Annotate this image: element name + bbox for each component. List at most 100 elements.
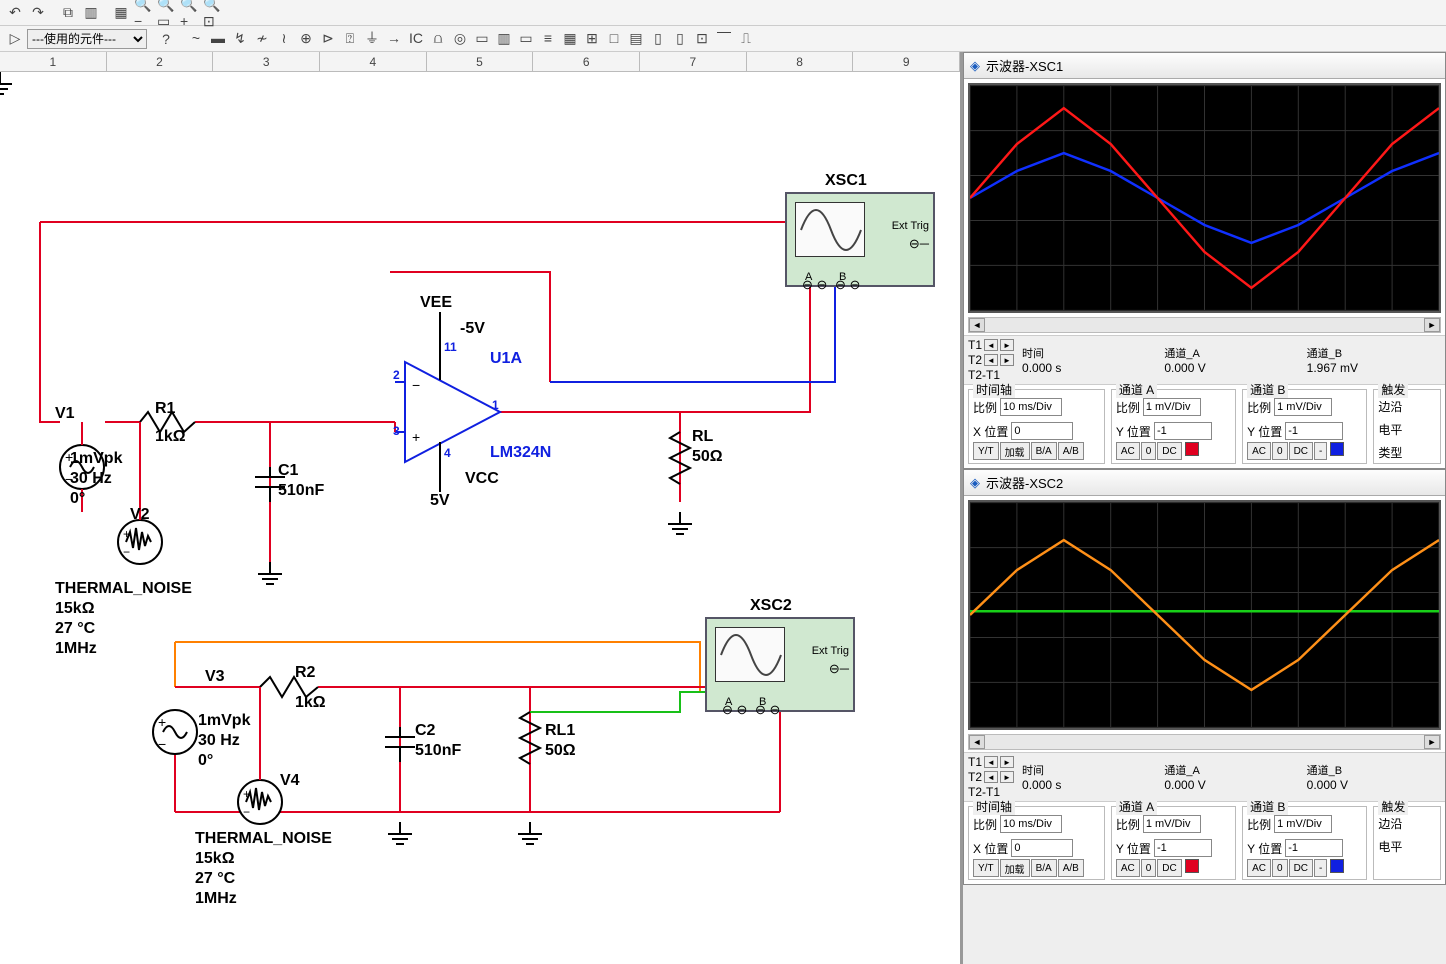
cha-ypos-input[interactable] — [1154, 422, 1212, 440]
port-a[interactable]: ⊖ ⊖ — [722, 702, 747, 718]
scope-scrollbar[interactable]: ◄► — [968, 317, 1441, 333]
timebase-scale-input[interactable] — [1000, 398, 1062, 416]
component-tool-3[interactable]: ≁ — [251, 28, 273, 50]
chb-color-icon[interactable] — [1330, 442, 1344, 456]
timebase-btn-2[interactable]: B/A — [1031, 442, 1057, 460]
t1-right[interactable]: ► — [1000, 756, 1014, 768]
instrument-xsc1[interactable]: Ext Trig ⊖─ A B ⊖ ⊖ ⊖ ⊖ — [785, 192, 935, 287]
component-tool-20[interactable]: ▤ — [625, 28, 647, 50]
component-tool-11[interactable]: ⩍ — [427, 28, 449, 50]
scope-scrollbar[interactable]: ◄► — [968, 734, 1441, 750]
ic-view-icon[interactable]: ⧉ — [57, 2, 79, 24]
component-tool-24[interactable]: ⎺ — [713, 28, 735, 50]
component-tool-13[interactable]: ▭ — [471, 28, 493, 50]
t2-right[interactable]: ► — [1000, 771, 1014, 783]
schematic-canvas[interactable]: +− +− — [0, 72, 960, 964]
t2-left[interactable]: ◄ — [984, 354, 998, 366]
cha-btn-1[interactable]: 0 — [1141, 442, 1157, 460]
component-tool-19[interactable]: □ — [603, 27, 625, 49]
cha-btn-0[interactable]: AC — [1116, 859, 1140, 877]
component-tool-25[interactable]: ⎍ — [735, 28, 757, 50]
used-components-dropdown[interactable]: ---使用的元件--- — [27, 29, 147, 49]
cha-color-icon[interactable] — [1185, 442, 1199, 456]
timebase-btn-0[interactable]: Y/T — [973, 442, 999, 460]
layout-icon[interactable]: ▥ — [80, 2, 102, 24]
timebase-btn-0[interactable]: Y/T — [973, 859, 999, 877]
zoom-fit-icon[interactable]: 🔍⊡ — [202, 2, 224, 24]
redo-icon[interactable]: ↷ — [27, 2, 49, 24]
component-tool-23[interactable]: ⊡ — [691, 28, 713, 50]
component-tool-2[interactable]: ↯ — [229, 28, 251, 50]
chb-btn-0[interactable]: AC — [1247, 859, 1271, 877]
chb-ypos-input[interactable] — [1285, 422, 1343, 440]
t1-left[interactable]: ◄ — [984, 339, 998, 351]
port-a[interactable]: ⊖ ⊖ — [802, 277, 827, 293]
xpos-input[interactable] — [1011, 839, 1073, 857]
chb-btn-0[interactable]: AC — [1247, 442, 1271, 460]
cha-btn-2[interactable]: DC — [1157, 859, 1181, 877]
t2-right[interactable]: ► — [1000, 354, 1014, 366]
component-tool-9[interactable]: → — [383, 27, 405, 49]
scope-screen[interactable] — [968, 83, 1441, 313]
component-tool-21[interactable]: ▯ — [647, 28, 669, 50]
chb-btn-1[interactable]: 0 — [1272, 442, 1288, 460]
scroll-left-icon[interactable]: ◄ — [969, 735, 985, 749]
scroll-right-icon[interactable]: ► — [1424, 735, 1440, 749]
scroll-right-icon[interactable]: ► — [1424, 318, 1440, 332]
component-tool-8[interactable]: ⏚ — [361, 27, 383, 49]
t1-left[interactable]: ◄ — [984, 756, 998, 768]
component-tool-1[interactable]: ▬ — [207, 27, 229, 49]
chb-scale-input[interactable] — [1274, 815, 1332, 833]
cha-scale-input[interactable] — [1143, 398, 1201, 416]
component-v3[interactable]: +− — [153, 710, 197, 754]
t2-left[interactable]: ◄ — [984, 771, 998, 783]
port-b[interactable]: ⊖ ⊖ — [755, 702, 780, 718]
component-tool-15[interactable]: ▭ — [515, 28, 537, 50]
component-tool-5[interactable]: ⊕ — [295, 28, 317, 50]
component-tool-10[interactable]: IC — [405, 27, 427, 49]
chb-minus-btn[interactable]: - — [1314, 442, 1327, 460]
component-tool-17[interactable]: ▦ — [559, 28, 581, 50]
undo-icon[interactable]: ↶ — [4, 2, 26, 24]
cha-btn-1[interactable]: 0 — [1141, 859, 1157, 877]
help-icon[interactable]: ? — [155, 28, 177, 50]
component-tool-18[interactable]: ⊞ — [581, 28, 603, 50]
cha-color-icon[interactable] — [1185, 859, 1199, 873]
component-tool-7[interactable]: ⍰ — [339, 28, 361, 50]
scope-screen[interactable] — [968, 500, 1441, 730]
component-tool-16[interactable]: ≡ — [537, 27, 559, 49]
zoom-sel-icon[interactable]: 🔍▭ — [156, 2, 178, 24]
timebase-btn-3[interactable]: A/B — [1058, 859, 1084, 877]
scroll-left-icon[interactable]: ◄ — [969, 318, 985, 332]
cha-btn-2[interactable]: DC — [1157, 442, 1181, 460]
component-tool-12[interactable]: ◎ — [449, 28, 471, 50]
chb-scale-input[interactable] — [1274, 398, 1332, 416]
cha-ypos-input[interactable] — [1154, 839, 1212, 857]
cha-scale-input[interactable] — [1143, 815, 1201, 833]
grid-icon[interactable]: ▦ — [110, 2, 132, 24]
t1-right[interactable]: ► — [1000, 339, 1014, 351]
scope-title[interactable]: ◈示波器-XSC2 — [964, 470, 1445, 496]
timebase-btn-2[interactable]: B/A — [1031, 859, 1057, 877]
place-source-icon[interactable]: ▷ — [4, 28, 26, 50]
component-tool-6[interactable]: ⊳ — [317, 28, 339, 50]
timebase-btn-1[interactable]: 加载 — [1000, 442, 1030, 460]
component-tool-4[interactable]: ≀ — [273, 28, 295, 50]
chb-ypos-input[interactable] — [1285, 839, 1343, 857]
zoom-in-icon[interactable]: 🔍+ — [179, 2, 201, 24]
chb-btn-1[interactable]: 0 — [1272, 859, 1288, 877]
xpos-input[interactable] — [1011, 422, 1073, 440]
chb-btn-2[interactable]: DC — [1289, 859, 1313, 877]
scope-title[interactable]: ◈示波器-XSC1 — [964, 53, 1445, 79]
chb-btn-2[interactable]: DC — [1289, 442, 1313, 460]
port-b[interactable]: ⊖ ⊖ — [835, 277, 860, 293]
chb-color-icon[interactable] — [1330, 859, 1344, 873]
component-u1a[interactable]: − + — [395, 312, 500, 492]
timebase-btn-3[interactable]: A/B — [1058, 442, 1084, 460]
ext-trig-port[interactable]: ⊖─ — [909, 236, 929, 252]
timebase-btn-1[interactable]: 加载 — [1000, 859, 1030, 877]
chb-minus-btn[interactable]: - — [1314, 859, 1327, 877]
zoom-out-icon[interactable]: 🔍− — [133, 2, 155, 24]
component-v4[interactable]: +− — [238, 687, 282, 824]
timebase-scale-input[interactable] — [1000, 815, 1062, 833]
